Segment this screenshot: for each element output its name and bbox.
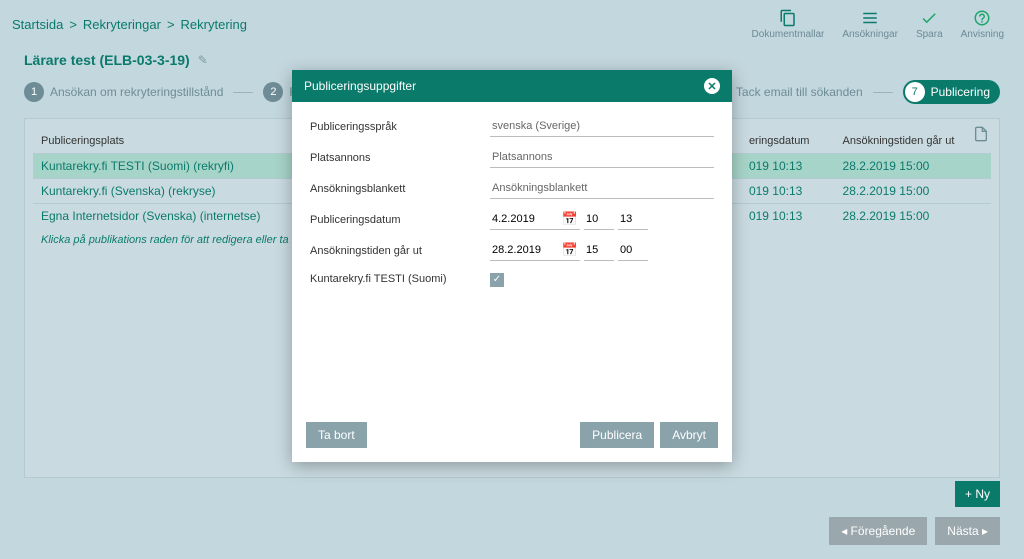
pubdate-date-input[interactable] [490, 209, 550, 229]
modal-overlay: Publiceringsuppgifter ✕ Publiceringssprå… [0, 0, 1024, 559]
pubdate-min-input[interactable] [618, 209, 648, 230]
publication-modal: Publiceringsuppgifter ✕ Publiceringssprå… [292, 70, 732, 462]
form-input[interactable] [490, 178, 714, 199]
pubdate-hour-input[interactable] [584, 209, 614, 230]
modal-header: Publiceringsuppgifter ✕ [292, 70, 732, 102]
label-form: Ansökningsblankett [310, 183, 490, 195]
label-deadline: Ansökningstiden går ut [310, 245, 490, 257]
label-jobad: Platsannons [310, 152, 490, 164]
delete-button[interactable]: Ta bort [306, 422, 367, 448]
cancel-button[interactable]: Avbryt [660, 422, 718, 448]
close-icon[interactable]: ✕ [704, 78, 720, 94]
label-channel: Kuntarekry.fi TESTI (Suomi) [310, 273, 490, 285]
deadline-min-input[interactable] [618, 240, 648, 261]
label-language: Publiceringsspråk [310, 121, 490, 133]
jobad-input[interactable] [490, 147, 714, 168]
calendar-icon[interactable]: 📅 [562, 242, 578, 258]
modal-title: Publiceringsuppgifter [304, 79, 416, 93]
language-input[interactable] [490, 116, 714, 137]
label-pubdate: Publiceringsdatum [310, 214, 490, 226]
channel-checkbox[interactable]: ✓ [490, 273, 504, 287]
deadline-date-input[interactable] [490, 240, 550, 260]
publish-button[interactable]: Publicera [580, 422, 654, 448]
calendar-icon[interactable]: 📅 [562, 211, 578, 227]
deadline-hour-input[interactable] [584, 240, 614, 261]
